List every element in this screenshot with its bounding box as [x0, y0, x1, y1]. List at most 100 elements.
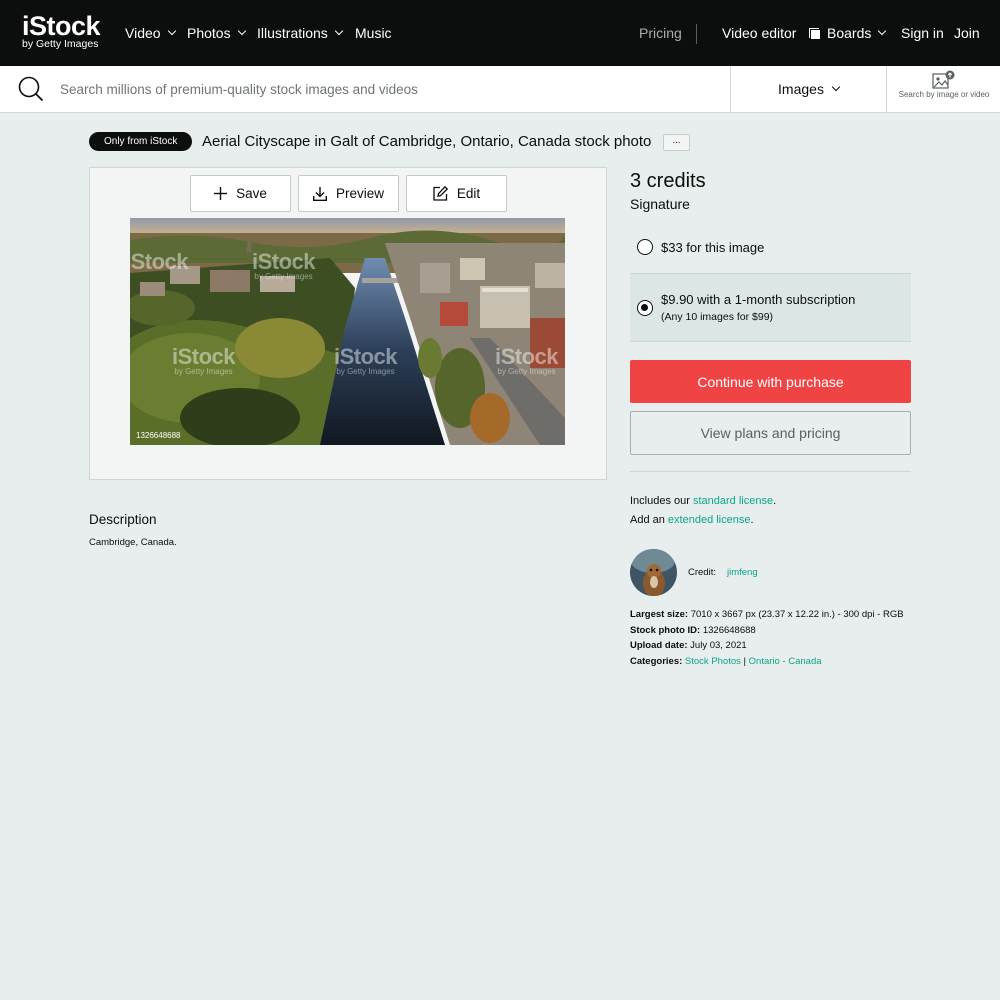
category-link[interactable]: Stock Photos: [685, 656, 741, 667]
preview-button[interactable]: Preview: [298, 175, 399, 212]
watermark-text: iStock: [252, 249, 316, 274]
meta-label: Stock photo ID:: [630, 625, 701, 636]
standard-license-link[interactable]: standard license: [693, 495, 773, 507]
nav-illustrations-label: Illustrations: [257, 25, 328, 41]
save-label: Save: [236, 186, 267, 201]
meta-label: Largest size:: [630, 609, 689, 620]
collection-tier: Signature: [630, 196, 690, 212]
nav-video-label: Video: [125, 25, 161, 41]
search-bar: Images Search by image or video: [0, 66, 1000, 113]
nav-video-editor[interactable]: Video editor: [722, 25, 796, 41]
watermark: iStock by Getty Images: [252, 249, 316, 281]
watermark-text: iStock: [334, 344, 398, 369]
nav-pricing-label: Pricing: [639, 25, 682, 41]
edit-button[interactable]: Edit: [406, 175, 507, 212]
radio-single[interactable]: [637, 239, 653, 255]
istock-logo[interactable]: iStock by Getty Images: [22, 11, 101, 50]
section-divider: [630, 471, 911, 472]
license-includes-text: Includes our: [630, 495, 693, 507]
search-icon[interactable]: [18, 76, 44, 102]
search-type-select[interactable]: Images: [730, 66, 887, 112]
aerial-cityscape-image: [130, 218, 565, 445]
page-title: Aerial Cityscape in Galt of Cambridge, O…: [202, 133, 652, 150]
contributor-link[interactable]: jimfeng: [727, 567, 758, 578]
chevron-down-icon: [237, 26, 246, 36]
photo-id-overlay: 1326648688: [136, 431, 181, 440]
meta-upload-date: Upload date: July 03, 2021: [630, 640, 747, 651]
nav-boards[interactable]: Boards: [809, 25, 887, 41]
period: .: [750, 514, 754, 526]
description-text: Cambridge, Canada.: [89, 537, 177, 548]
meta-value: July 03, 2021: [690, 640, 747, 651]
edit-icon: [433, 186, 448, 201]
edit-label: Edit: [456, 186, 481, 201]
continue-purchase-button[interactable]: Continue with purchase: [630, 360, 911, 403]
license-add-line: Add an extended license.: [630, 514, 754, 526]
watermark-text: iStock: [495, 344, 559, 369]
nav-sign-in-label: Sign in: [901, 25, 944, 41]
period: .: [773, 495, 777, 507]
radio-subscription[interactable]: [637, 300, 653, 316]
purchase-option-single[interactable]: $33 for this image: [630, 226, 911, 272]
nav-pricing[interactable]: Pricing: [639, 25, 682, 41]
chevron-down-icon: [831, 82, 841, 92]
nav-video-editor-label: Video editor: [722, 25, 797, 41]
stock-photo[interactable]: iStock iStock by Getty Images iStock by …: [130, 218, 565, 445]
chevron-down-icon: [167, 26, 176, 36]
nav-join[interactable]: Join: [954, 25, 980, 41]
top-navigation: iStock by Getty Images Video Photos Illu…: [0, 0, 1000, 66]
meta-value: 7010 x 3667 px (23.37 x 12.22 in.) - 300…: [690, 609, 904, 620]
logo-tagline: by Getty Images: [22, 38, 99, 50]
meta-categories: Categories: Stock Photos | Ontario - Can…: [630, 656, 822, 667]
nav-boards-label: Boards: [827, 25, 872, 41]
purchase-option-subscription[interactable]: $9.90 with a 1-month subscription (Any 1…: [630, 273, 911, 342]
license-includes-line: Includes our standard license.: [630, 495, 776, 507]
option-subscription-label: $9.90 with a 1-month subscription: [661, 292, 856, 307]
nav-divider: [696, 24, 697, 44]
meta-largest-size: Largest size: 7010 x 3667 px (23.37 x 12…: [630, 609, 904, 620]
description-heading: Description: [89, 512, 157, 527]
watermark: iStock by Getty Images: [334, 344, 398, 376]
watermark-text: iStock: [172, 344, 236, 369]
save-button[interactable]: Save: [190, 175, 291, 212]
chevron-down-icon: [878, 26, 887, 36]
nav-photos[interactable]: Photos: [187, 25, 246, 41]
plus-icon: [214, 187, 228, 200]
watermark: iStock by Getty Images: [172, 344, 236, 376]
search-by-image-button[interactable]: Search by image or video: [888, 66, 1000, 112]
extended-license-link[interactable]: extended license: [668, 514, 751, 526]
nav-join-label: Join: [954, 25, 980, 41]
meta-stock-id: Stock photo ID: 1326648688: [630, 625, 756, 636]
option-single-label: $33 for this image: [661, 240, 765, 255]
watermark: iStock: [130, 249, 189, 274]
nav-illustrations[interactable]: Illustrations: [257, 25, 344, 41]
watermark-subtext: by Getty Images: [336, 367, 395, 376]
search-input[interactable]: [60, 74, 720, 104]
image-panel: Save Preview Edit iStock iStock by Getty…: [89, 167, 607, 480]
nav-video[interactable]: Video: [125, 25, 176, 41]
search-type-label: Images: [778, 81, 824, 97]
logo-wordmark: iStock: [22, 11, 101, 41]
watermark-subtext: by Getty Images: [254, 272, 313, 281]
license-add-text: Add an: [630, 514, 668, 526]
credit-label: Credit:: [688, 567, 716, 578]
meta-label: Upload date:: [630, 640, 688, 651]
search-by-image-label: Search by image or video: [898, 90, 990, 99]
exclusive-badge: Only from iStock: [89, 132, 193, 151]
watermark-text: iStock: [130, 249, 189, 274]
watermark: iStock by Getty Images: [495, 344, 559, 376]
nav-sign-in[interactable]: Sign in: [901, 25, 944, 41]
search-by-image-icon: [932, 70, 955, 89]
contributor-avatar[interactable]: [630, 549, 677, 596]
nav-music[interactable]: Music: [355, 25, 392, 41]
option-subscription-sublabel: (Any 10 images for $99): [661, 311, 774, 323]
nav-photos-label: Photos: [187, 25, 231, 41]
view-plans-button[interactable]: View plans and pricing: [630, 411, 911, 455]
credits-price: 3 credits: [630, 170, 706, 192]
more-button[interactable]: ...: [663, 134, 690, 151]
category-separator: |: [743, 656, 746, 667]
watermark-subtext: by Getty Images: [174, 367, 233, 376]
watermark-subtext: by Getty Images: [497, 367, 556, 376]
boards-icon: [809, 27, 820, 39]
category-link[interactable]: Ontario - Canada: [749, 656, 822, 667]
